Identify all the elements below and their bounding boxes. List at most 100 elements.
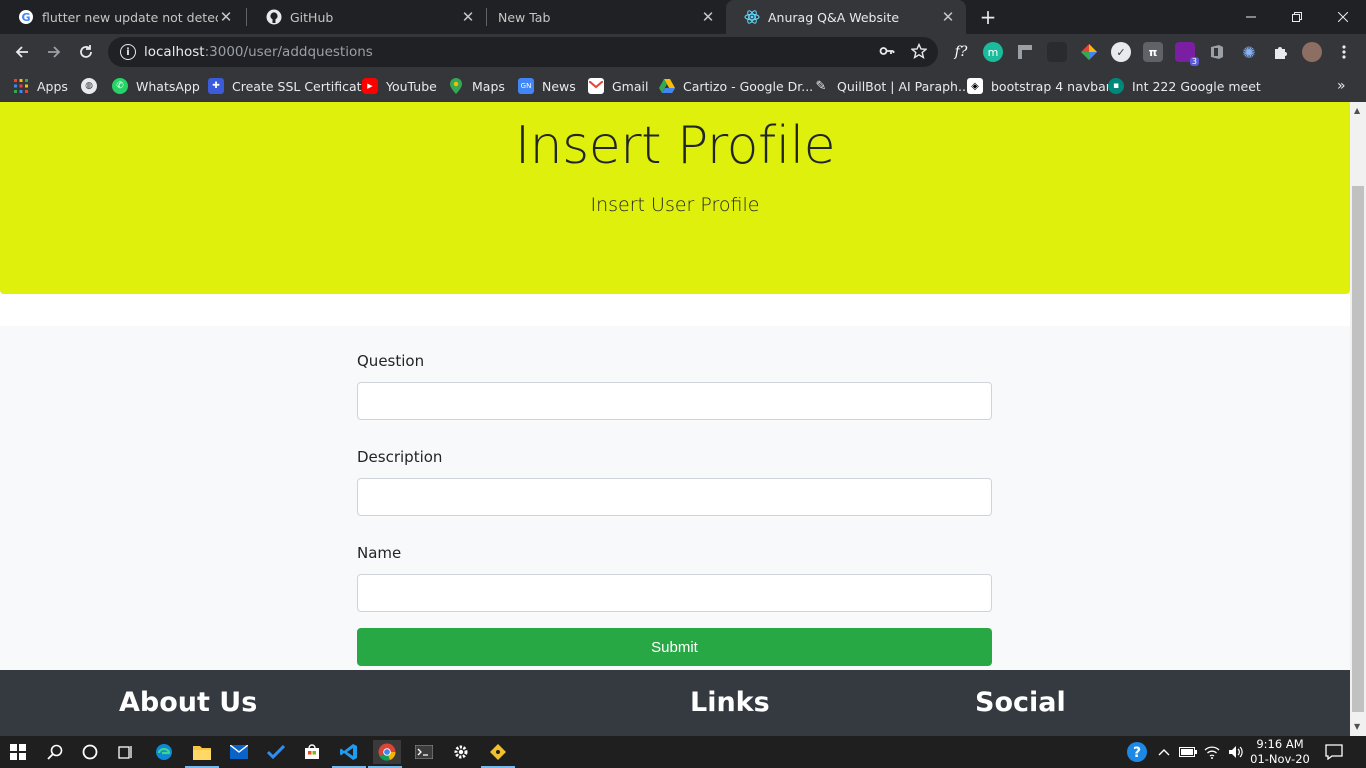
codepen-icon: ◈ [967,78,983,94]
color-picker-extension-icon[interactable] [1079,42,1099,62]
browser-toolbar: i localhost:3000/user/addquestions f? m … [0,34,1366,70]
scroll-down-icon[interactable]: ▼ [1354,722,1360,731]
help-icon[interactable]: ? [1125,740,1149,764]
battery-icon[interactable] [1176,740,1200,764]
volume-icon[interactable] [1224,740,1248,764]
bookmark-label: News [542,78,576,94]
search-icon[interactable] [43,740,67,764]
bookmark-meet[interactable]: ▪ Int 222 Google meet [1108,76,1261,96]
tab-flutter-search[interactable]: G flutter new update not detected ✕ [0,0,244,34]
bookmark-gmail[interactable]: Gmail [588,76,648,96]
chevron-up-icon[interactable] [1152,740,1176,764]
whatsapp-icon: ✆ [112,78,128,94]
reload-button[interactable] [74,40,98,64]
bookmark-apps[interactable]: Apps [13,76,68,96]
bookmark-globe[interactable]: ◍ [81,76,105,96]
tab-strip: G flutter new update not detected ✕ GitH… [0,0,1366,34]
site-info-icon[interactable]: i [120,44,136,60]
tab-title: New Tab [498,9,551,25]
pi-extension-icon[interactable]: π [1143,42,1163,62]
scroll-up-icon[interactable]: ▲ [1354,106,1360,115]
mail-icon[interactable] [227,740,251,764]
task-view-icon[interactable] [114,740,138,764]
new-tab-button[interactable]: + [976,5,1000,29]
extension-badge: 3 [1189,57,1199,66]
terminal-icon[interactable] [412,740,436,764]
drive-icon [659,78,675,94]
maps-pin-icon [448,78,464,94]
notification-center-icon[interactable] [1322,740,1346,764]
store-icon[interactable] [300,740,324,764]
git-icon[interactable] [481,740,515,768]
window-close-button[interactable] [1320,0,1366,34]
tab-github[interactable]: GitHub ✕ [248,0,486,34]
edge-icon[interactable] [152,740,176,764]
compass-extension-icon[interactable]: ✓ [1111,42,1131,62]
back-button[interactable] [10,40,34,64]
bookmark-label: Gmail [612,78,649,94]
jumbotron: Insert Profile Insert User Profile [0,102,1350,294]
name-input[interactable] [357,574,992,612]
bookmark-cartizo[interactable]: Cartizo - Google Dr... [659,76,813,96]
clock-date: 01-Nov-20 [1250,752,1310,766]
restore-button[interactable] [1274,0,1320,34]
key-icon[interactable] [879,43,895,63]
windows-taskbar: ? 9:16 AM 01-Nov-20 [0,736,1366,768]
close-icon[interactable]: ✕ [700,8,716,26]
react-icon [744,9,760,25]
wifi-icon[interactable] [1200,740,1224,764]
vscode-icon[interactable] [332,740,366,768]
close-icon[interactable]: ✕ [940,8,956,26]
office-extension-icon[interactable] [1207,42,1227,62]
tab-title: flutter new update not detected [42,9,218,25]
github-icon [266,9,282,25]
bookmark-youtube[interactable]: ▶ YouTube [362,76,437,96]
scrollbar-thumb[interactable] [1352,186,1364,712]
address-bar[interactable]: i localhost:3000/user/addquestions [108,37,938,67]
formula-extension-icon[interactable]: f? [951,42,971,62]
dark-extension-icon[interactable] [1047,42,1067,62]
avatar[interactable] [1302,42,1322,62]
sun-extension-icon[interactable]: ✺ [1239,42,1259,62]
apps-grid-icon [13,78,29,94]
cortana-icon[interactable] [78,740,102,764]
todo-icon[interactable] [264,740,288,764]
mate-extension-icon[interactable]: m [983,42,1003,62]
tab-new-tab[interactable]: New Tab ✕ [488,0,726,34]
question-label: Question [357,352,425,370]
question-input[interactable] [357,382,992,420]
bookmark-news[interactable]: GN News [518,76,576,96]
chrome-icon[interactable] [368,740,402,768]
puzzle-extensions-icon[interactable] [1271,42,1291,62]
bookmarks-overflow-icon[interactable]: » [1337,76,1346,96]
taskbar-clock[interactable]: 9:16 AM 01-Nov-20 [1248,737,1312,767]
description-input[interactable] [357,478,992,516]
settings-gear-icon[interactable] [449,740,473,764]
flag-extension-icon[interactable] [1015,42,1035,62]
file-explorer-icon[interactable] [185,740,219,768]
page-scrollbar[interactable]: ▲ ▼ [1350,102,1366,736]
restore-icon [1292,12,1302,22]
tab-title: Anurag Q&A Website [768,9,900,25]
forward-button[interactable] [42,40,66,64]
bookmark-label: WhatsApp [136,78,200,94]
onenote-extension-icon[interactable]: 3 [1175,42,1199,66]
url-text[interactable]: localhost:3000/user/addquestions [144,44,373,60]
tab-title: GitHub [290,9,334,25]
tab-anurag-qa[interactable]: Anurag Q&A Website ✕ [726,0,966,34]
bookmark-quillbot[interactable]: ✎ QuillBot | AI Paraph... [813,76,970,96]
footer: About Us Links Social [0,670,1350,736]
clock-time: 9:16 AM [1256,737,1304,751]
bookmark-maps[interactable]: Maps [448,76,505,96]
bookmark-label: Create SSL Certificate [232,78,370,94]
bookmark-bootstrap[interactable]: ◈ bootstrap 4 navbar [967,76,1111,96]
submit-button[interactable]: Submit [357,628,992,666]
kebab-menu-icon[interactable] [1334,42,1354,62]
bookmark-whatsapp[interactable]: ✆ WhatsApp [112,76,200,96]
windows-start-icon[interactable] [6,740,30,764]
bookmark-star-icon[interactable] [910,42,928,63]
close-icon[interactable]: ✕ [218,8,234,26]
close-icon[interactable]: ✕ [460,8,476,26]
bookmark-ssl[interactable]: ✚ Create SSL Certificate [208,76,369,96]
minimize-button[interactable] [1228,0,1274,34]
